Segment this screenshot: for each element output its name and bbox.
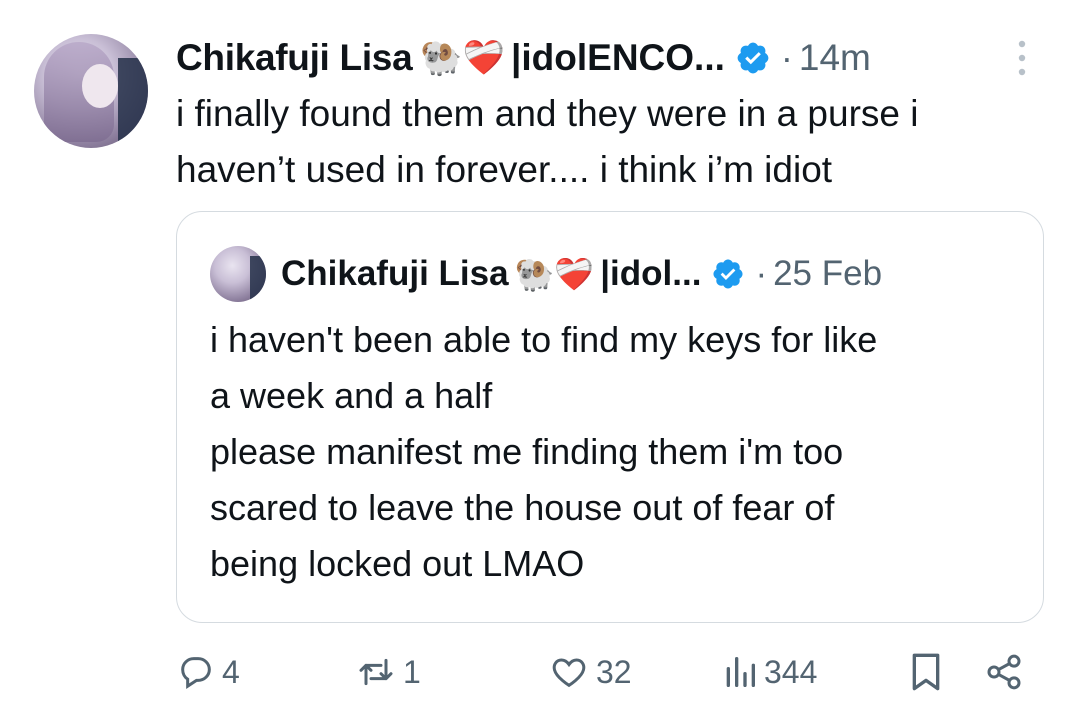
quoted-author-avatar — [210, 246, 266, 302]
repost-button[interactable]: 1 — [355, 652, 421, 692]
share-button[interactable] — [984, 652, 1024, 692]
quoted-author-name: Chikafuji Lisa — [281, 254, 509, 293]
quoted-tweet-time: 25 Feb — [773, 254, 883, 293]
name-emoji: 🐏❤️‍🩹 — [420, 38, 506, 78]
tweet-time[interactable]: 14m — [799, 37, 871, 79]
views-button[interactable]: 344 — [722, 652, 817, 692]
views-icon — [722, 652, 758, 692]
quoted-text-line: a week and a half — [210, 375, 493, 416]
avatar-face — [82, 64, 118, 108]
quoted-name-emoji: 🐏❤️‍🩹 — [514, 255, 595, 293]
author-name[interactable]: Chikafuji Lisa — [176, 37, 413, 79]
avatar-background — [118, 58, 148, 148]
like-button[interactable]: 32 — [548, 652, 632, 692]
quoted-tweet-card[interactable]: Chikafuji Lisa 🐏❤️‍🩹 | idol... · 25 Feb … — [176, 211, 1044, 623]
time-separator: · — [780, 37, 793, 78]
tweet-text-line: haven’t used in forever.... i think i’m … — [176, 149, 833, 190]
verified-icon — [711, 257, 745, 291]
more-icon[interactable] — [1012, 38, 1032, 83]
views-count: 344 — [764, 653, 818, 690]
reply-count: 4 — [222, 653, 240, 690]
name-separator: | — [511, 37, 522, 78]
quoted-author-handle: idol... — [610, 254, 702, 293]
avatar-background — [250, 256, 266, 302]
author-avatar[interactable] — [34, 34, 148, 148]
verified-icon — [735, 40, 771, 76]
share-icon — [984, 652, 1024, 692]
bookmark-icon — [908, 652, 944, 692]
reply-button[interactable]: 4 — [176, 652, 240, 692]
quoted-name-separator: | — [600, 254, 611, 293]
quoted-time-separator: · — [755, 254, 768, 293]
like-icon — [548, 652, 590, 692]
repost-count: 1 — [403, 653, 421, 690]
bookmark-button[interactable] — [908, 652, 944, 692]
author-handle[interactable]: idolENCO... — [521, 37, 725, 79]
quoted-tweet-header: Chikafuji Lisa 🐏❤️‍🩹 | idol... · 25 Feb — [281, 245, 882, 303]
quoted-text-line: being locked out LMAO — [210, 543, 585, 584]
tweet-text-line: i finally found them and they were in a … — [176, 93, 919, 134]
like-count: 32 — [596, 653, 632, 690]
action-bar: 4 1 32 344 — [0, 640, 1079, 710]
repost-icon — [355, 652, 397, 692]
quoted-text-line: scared to leave the house out of fear of — [210, 487, 835, 528]
tweet-header: Chikafuji Lisa 🐏❤️‍🩹 | idolENCO... · 14m — [176, 30, 1036, 86]
reply-icon — [176, 652, 216, 692]
tweet-text: i finally found them and they were in a … — [176, 86, 1056, 198]
quoted-tweet-text: i haven't been able to find my keys for … — [210, 312, 1030, 592]
quoted-text-line: i haven't been able to find my keys for … — [210, 319, 878, 360]
quoted-text-line: please manifest me finding them i'm too — [210, 431, 844, 472]
